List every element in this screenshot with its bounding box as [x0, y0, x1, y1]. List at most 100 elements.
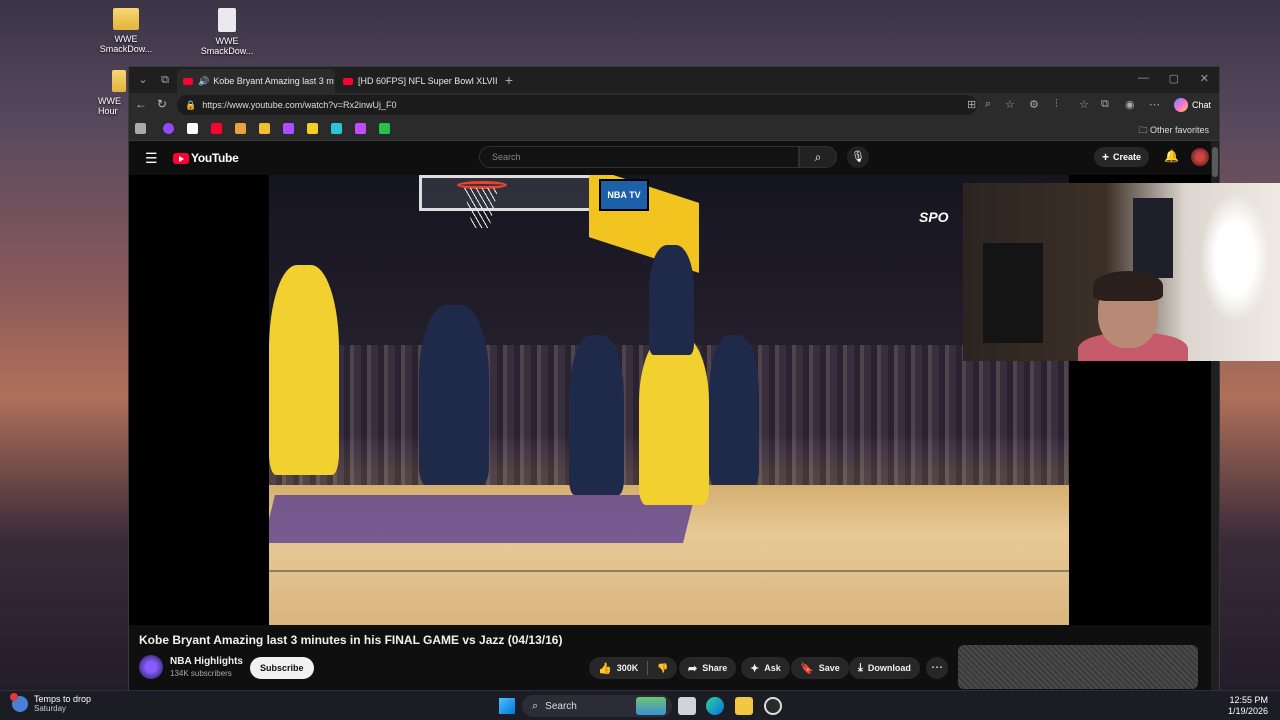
fav-site-icon[interactable] — [331, 123, 342, 134]
weather-title: Temps to drop — [34, 694, 92, 704]
thumbs-down-icon: 👎 — [657, 662, 669, 673]
fav-x-icon[interactable] — [187, 123, 198, 134]
app-icon[interactable]: ⊞ — [967, 98, 976, 111]
fav-site-icon[interactable] — [283, 123, 294, 134]
more-icon[interactable]: ⋯ — [1149, 98, 1160, 111]
menu-icon[interactable]: ☰ — [145, 150, 158, 167]
search-placeholder: Search — [492, 152, 521, 162]
fav-site-icon[interactable] — [307, 123, 318, 134]
address-bar-row: ← ↻ 🔒 https://www.youtube.com/watch?v=Rx… — [129, 93, 1219, 117]
search-button[interactable]: ⌕ — [799, 146, 837, 168]
weather-widget[interactable]: Temps to drop Saturday — [10, 692, 92, 713]
tab-title: [HD 60FPS] NFL Super Bowl XLVIII — [358, 76, 497, 86]
collections-icon[interactable]: ⧉ — [1101, 98, 1109, 111]
network-logo: SPO — [919, 209, 949, 225]
fav-site-icon[interactable] — [235, 123, 246, 134]
minimize-icon[interactable]: — — [1138, 72, 1149, 84]
clock-time: 12:55 PM — [1229, 695, 1268, 705]
video-info: Kobe Bryant Amazing last 3 minutes in hi… — [129, 625, 1219, 691]
taskbar-search-label: Search — [545, 700, 577, 712]
other-favorites-folder[interactable]: 🗀 Other favorites — [1138, 123, 1209, 139]
ad-panel[interactable] — [958, 645, 1198, 689]
zoom-icon[interactable]: ⌕ — [985, 98, 991, 111]
youtube-play-icon — [173, 152, 189, 164]
favorites-bar: 🗀 Other favorites — [129, 117, 1219, 141]
file-icon — [218, 8, 236, 32]
like-button[interactable]: 👍 300K — [589, 657, 647, 679]
tab-actions-icon[interactable]: ⌄ — [135, 72, 151, 88]
fav-twitch-icon[interactable] — [163, 123, 174, 134]
download-button[interactable]: ⤓ Download — [849, 657, 920, 679]
court-paint — [269, 495, 695, 543]
fav-youtube-icon[interactable] — [211, 123, 222, 134]
mic-button[interactable]: 🎙 — [847, 146, 869, 168]
folder-icon — [112, 70, 126, 92]
ask-label: Ask — [764, 663, 781, 673]
video-frame[interactable]: NBA TV SPO — [269, 175, 1069, 625]
download-icon: ⤓ — [858, 661, 863, 674]
workspaces-icon[interactable]: ⧉ — [157, 72, 173, 88]
youtube-logo[interactable]: YouTube — [173, 151, 239, 165]
youtube-logo-text: YouTube — [191, 151, 239, 165]
tab-bar: ⌄ ⧉ 🔊 Kobe Bryant Amazing last 3 m ✕ [HD… — [129, 67, 1219, 93]
download-label: Download — [867, 663, 911, 673]
notifications-bell-icon[interactable]: 🔔 — [1164, 149, 1179, 163]
refresh-icon[interactable]: ↻ — [157, 97, 167, 111]
back-icon[interactable]: ← — [135, 97, 147, 111]
desktop-icon-wwe-file[interactable]: WWE SmackDow... — [197, 8, 257, 56]
desktop-icon-label: WWE Hour — [98, 96, 121, 116]
player-figure-navy — [569, 335, 624, 495]
channel-avatar[interactable] — [139, 655, 163, 679]
create-button[interactable]: + Create — [1093, 147, 1149, 167]
tab-nfl[interactable]: [HD 60FPS] NFL Super Bowl XLVIII ✕ — [337, 69, 497, 93]
file-explorer-icon[interactable] — [735, 697, 753, 715]
copilot-icon — [1173, 98, 1188, 112]
new-tab-icon[interactable]: + — [501, 72, 517, 88]
webcam-background-flag — [1133, 198, 1173, 278]
extensions-icon[interactable]: ⚙ — [1029, 98, 1039, 111]
player-figure-navy — [649, 245, 694, 355]
ask-button[interactable]: ✦ Ask — [741, 657, 790, 679]
browser-essentials-icon[interactable]: ◉ — [1125, 98, 1135, 111]
task-view-icon[interactable] — [678, 697, 696, 715]
desktop-icon-wwe-hour[interactable]: WWE Hour — [98, 70, 128, 116]
sparkle-icon: ✦ — [750, 662, 760, 675]
save-button[interactable]: 🔖 Save — [791, 657, 849, 679]
speaker-icon[interactable]: 🔊 — [198, 76, 209, 87]
fav-kick-icon[interactable] — [379, 123, 390, 134]
fav-site-icon[interactable] — [355, 123, 366, 134]
tab-kobe[interactable]: 🔊 Kobe Bryant Amazing last 3 m ✕ — [177, 69, 335, 93]
favorites-icon[interactable]: ☆ — [1079, 98, 1089, 111]
obs-icon[interactable] — [764, 697, 782, 715]
copilot-chat-button[interactable]: Chat — [1173, 96, 1211, 114]
favorite-star-icon[interactable]: ☆ — [1005, 98, 1015, 111]
account-avatar[interactable] — [1191, 148, 1209, 166]
hoop-net — [464, 188, 498, 228]
fav-site-icon[interactable] — [259, 123, 270, 134]
fav-reader-icon[interactable] — [135, 123, 146, 134]
system-clock[interactable]: 12:55 PM 1/19/2026 — [1228, 695, 1268, 717]
share-button[interactable]: ➦ Share — [679, 657, 737, 679]
share-label: Share — [702, 663, 728, 673]
search-icon: ⌕ — [532, 699, 539, 712]
search-input[interactable]: Search — [479, 146, 799, 168]
chat-label: Chat — [1191, 100, 1211, 110]
url-text: https://www.youtube.com/watch?v=Rx2inwUj… — [202, 100, 397, 110]
scrollbar-thumb[interactable] — [1212, 147, 1218, 177]
video-title: Kobe Bryant Amazing last 3 minutes in hi… — [139, 633, 563, 647]
channel-name[interactable]: NBA Highlights — [170, 656, 243, 667]
edge-icon[interactable] — [706, 697, 724, 715]
start-windows-icon[interactable] — [499, 698, 515, 714]
maximize-icon[interactable]: ▢ — [1169, 72, 1179, 85]
address-bar[interactable]: 🔒 https://www.youtube.com/watch?v=Rx2inw… — [177, 95, 977, 115]
subscribe-button[interactable]: Subscribe — [250, 657, 314, 679]
hoop-rim — [457, 181, 507, 189]
close-window-icon[interactable]: ✕ — [1200, 72, 1209, 85]
lock-icon: 🔒 — [185, 99, 197, 110]
dislike-button[interactable]: 👎 — [648, 657, 677, 679]
desktop-icon-label: WWE SmackDow... — [200, 36, 254, 56]
split-screen-icon[interactable]: ⫶ — [1055, 98, 1058, 111]
more-actions-icon[interactable]: ⋯ — [926, 657, 948, 679]
search-highlight-icon[interactable] — [636, 697, 666, 715]
desktop-icon-wwe-folder[interactable]: WWE SmackDow... — [96, 8, 156, 54]
